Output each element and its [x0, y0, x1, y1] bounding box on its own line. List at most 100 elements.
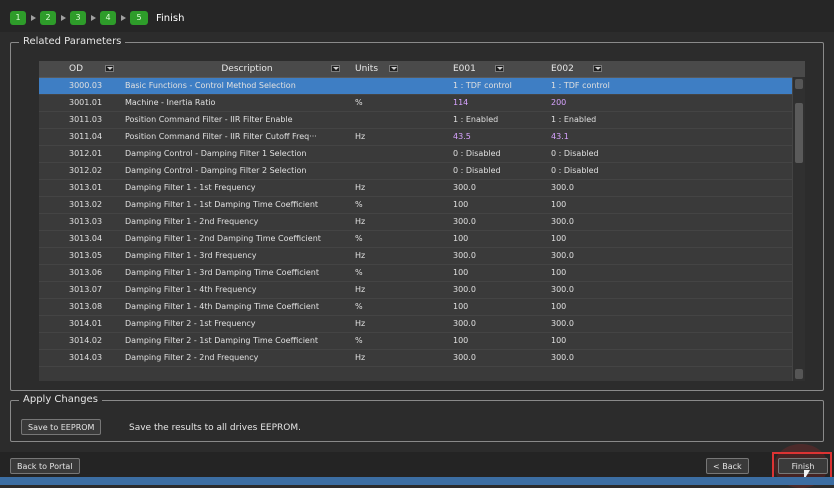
cell-units: Hz [355, 217, 366, 226]
table-vertical-scrollbar[interactable] [792, 77, 805, 381]
cell-e001[interactable]: 43.5 [453, 129, 543, 145]
cell-e002[interactable]: 300.0 [551, 316, 641, 332]
cell-description: Damping Control - Damping Filter 1 Selec… [125, 149, 307, 158]
scroll-up-arrow-icon[interactable] [795, 79, 803, 89]
column-header-e002[interactable]: E002 [551, 61, 611, 77]
table-row[interactable]: 3012.02 Damping Control - Damping Filter … [39, 163, 805, 180]
cell-e002[interactable]: 0 : Disabled [551, 163, 641, 179]
cell-units: % [355, 234, 363, 243]
cell-od: 3013.03 [69, 217, 103, 226]
table-row[interactable]: 3012.01 Damping Control - Damping Filter … [39, 146, 805, 163]
cell-units: Hz [355, 251, 366, 260]
wizard-current-step-label: Finish [156, 12, 185, 24]
wizard-step-2[interactable]: 2 [40, 11, 66, 25]
cell-e002[interactable]: 1 : Enabled [551, 112, 641, 128]
cell-e001[interactable]: 100 [453, 265, 543, 281]
cell-e002[interactable]: 100 [551, 231, 641, 247]
table-row[interactable]: 3001.01 Machine - Inertia Ratio% 114 200 [39, 95, 805, 112]
table-body: ▸3000.03Basic Functions - Control Method… [39, 78, 805, 367]
cell-units: Hz [355, 132, 366, 141]
back-button[interactable]: < Back [706, 458, 749, 474]
cell-e001[interactable]: 300.0 [453, 180, 543, 196]
table-row[interactable]: 3014.02 Damping Filter 2 - 1st Damping Ti… [39, 333, 805, 350]
cell-e001[interactable]: 114 [453, 95, 543, 111]
cell-e002[interactable]: 1 : TDF control [551, 78, 641, 94]
cell-units: % [355, 336, 363, 345]
parameters-table: OD Description Units E001 E002 ▸3000.03B… [39, 61, 805, 381]
column-header-od[interactable]: OD [69, 61, 109, 77]
description-filter-dropdown-icon[interactable] [331, 65, 340, 72]
table-row[interactable]: 3014.01 Damping Filter 2 - 1st Frequency H… [39, 316, 805, 333]
wizard-step-1[interactable]: 1 [10, 11, 36, 25]
wizard-step-5[interactable]: 5 [130, 11, 148, 25]
cell-e001[interactable]: 100 [453, 197, 543, 213]
wizard-bottom-bar: Back to Portal < Back Finish [0, 444, 834, 488]
table-row[interactable]: 3013.02 Damping Filter 1 - 1st Damping Ti… [39, 197, 805, 214]
cell-e002[interactable]: 300.0 [551, 248, 641, 264]
cell-e002[interactable]: 300.0 [551, 180, 641, 196]
save-to-eeprom-button[interactable]: Save to EEPROM [21, 419, 102, 435]
wizard-step-4[interactable]: 4 [100, 11, 126, 25]
cell-e002[interactable]: 300.0 [551, 282, 641, 298]
column-header-e001[interactable]: E001 [453, 61, 513, 77]
cell-e002[interactable]: 300.0 [551, 350, 641, 366]
table-row[interactable]: 3014.03 Damping Filter 2 - 2nd Frequency H… [39, 350, 805, 367]
table-row[interactable]: 3013.07 Damping Filter 1 - 4th Frequency H… [39, 282, 805, 299]
e001-filter-dropdown-icon[interactable] [495, 65, 504, 72]
table-header: OD Description Units E001 E002 [39, 61, 805, 78]
cell-e002[interactable]: 100 [551, 265, 641, 281]
table-row[interactable]: 3013.04 Damping Filter 1 - 2nd Damping Ti… [39, 231, 805, 248]
scroll-down-arrow-icon[interactable] [795, 369, 803, 379]
cell-units: % [355, 268, 363, 277]
cell-e002[interactable]: 100 [551, 197, 641, 213]
cell-description: Damping Filter 1 - 2nd Frequency [125, 217, 259, 226]
cell-e001[interactable]: 1 : Enabled [453, 112, 543, 128]
cell-description: Damping Filter 1 - 1st Damping Time Coef… [125, 200, 319, 209]
related-parameters-panel: Related Parameters OD Description Units … [10, 36, 824, 391]
cell-od: 3013.02 [69, 200, 103, 209]
table-row[interactable]: 3013.08 Damping Filter 1 - 4th Damping Ti… [39, 299, 805, 316]
cell-e002[interactable]: 200 [551, 95, 641, 111]
cell-e001[interactable]: 100 [453, 299, 543, 315]
cell-od: 3013.01 [69, 183, 103, 192]
cell-e001[interactable]: 0 : Disabled [453, 163, 543, 179]
cell-description: Damping Filter 1 - 2nd Damping Time Coef… [125, 234, 321, 243]
table-row[interactable]: 3011.03 Position Command Filter - IIR Fil… [39, 112, 805, 129]
back-to-portal-button[interactable]: Back to Portal [10, 458, 80, 474]
table-row[interactable]: 3013.06 Damping Filter 1 - 3rd Damping Ti… [39, 265, 805, 282]
column-header-description[interactable]: Description [157, 61, 337, 77]
cell-e001[interactable]: 0 : Disabled [453, 146, 543, 162]
od-filter-dropdown-icon[interactable] [105, 65, 114, 72]
cell-e001[interactable]: 100 [453, 333, 543, 349]
cell-e002[interactable]: 300.0 [551, 214, 641, 230]
table-row[interactable]: 3013.03 Damping Filter 1 - 2nd Frequency H… [39, 214, 805, 231]
cell-e002[interactable]: 100 [551, 333, 641, 349]
cell-e001[interactable]: 300.0 [453, 214, 543, 230]
cell-units: % [355, 98, 363, 107]
cell-e001[interactable]: 100 [453, 231, 543, 247]
table-row[interactable]: 3011.04 Position Command Filter - IIR Fil… [39, 129, 805, 146]
cell-od: 3011.03 [69, 115, 103, 124]
cell-e001[interactable]: 300.0 [453, 316, 543, 332]
cell-description: Position Command Filter - IIR Filter Ena… [125, 115, 293, 124]
cell-e002[interactable]: 0 : Disabled [551, 146, 641, 162]
table-row[interactable]: 3013.05 Damping Filter 1 - 3rd Frequency H… [39, 248, 805, 265]
scrollbar-thumb[interactable] [795, 103, 803, 163]
cell-description: Damping Filter 1 - 1st Frequency [125, 183, 256, 192]
units-filter-dropdown-icon[interactable] [389, 65, 398, 72]
wizard-step-3[interactable]: 3 [70, 11, 96, 25]
cell-e001[interactable]: 1 : TDF control [453, 78, 543, 94]
bottom-accent-stripe [0, 477, 834, 485]
e002-filter-dropdown-icon[interactable] [593, 65, 602, 72]
table-row[interactable]: 3013.01 Damping Filter 1 - 1st Frequency H… [39, 180, 805, 197]
cell-e002[interactable]: 100 [551, 299, 641, 315]
cell-e001[interactable]: 300.0 [453, 350, 543, 366]
apply-changes-title: Apply Changes [19, 394, 102, 405]
cell-e001[interactable]: 300.0 [453, 248, 543, 264]
cell-description: Damping Filter 1 - 3rd Damping Time Coef… [125, 268, 319, 277]
cell-e002[interactable]: 43.1 [551, 129, 641, 145]
cell-e001[interactable]: 300.0 [453, 282, 543, 298]
cell-description: Machine - Inertia Ratio [125, 98, 216, 107]
table-row[interactable]: ▸3000.03Basic Functions - Control Method… [39, 78, 805, 95]
cell-units: % [355, 200, 363, 209]
